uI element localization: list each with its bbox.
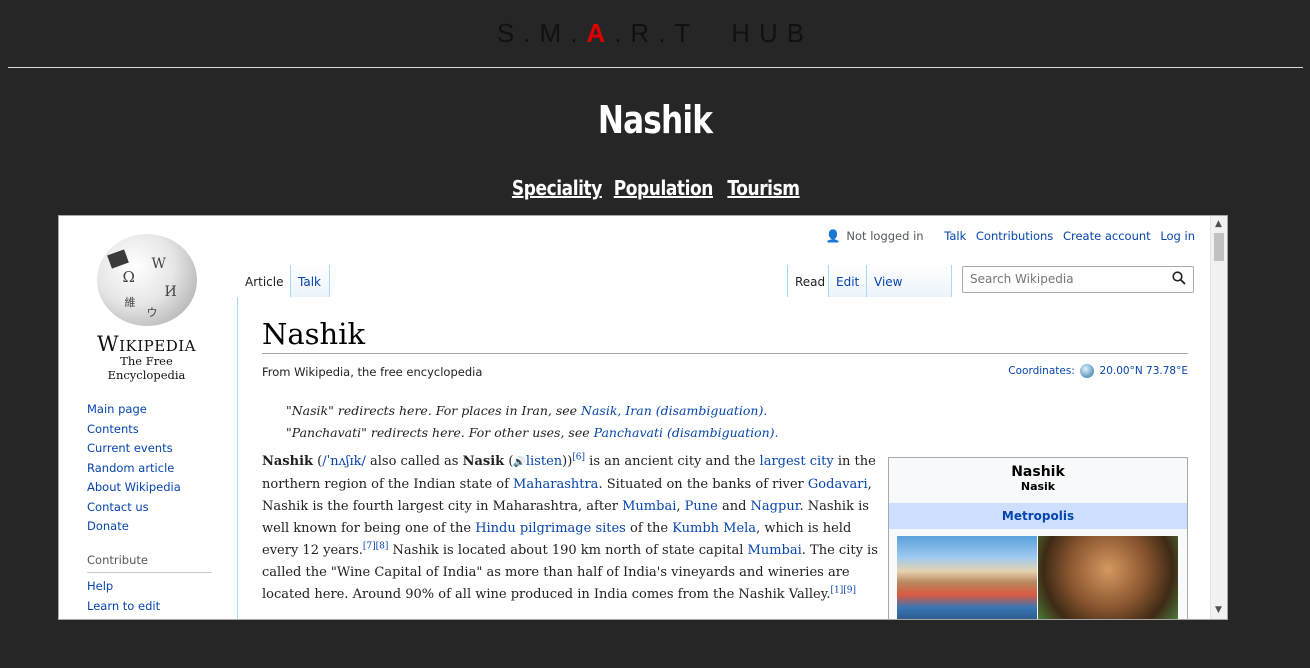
ref-1[interactable]: [1]: [830, 586, 843, 596]
site-title-prefix: S.M.: [496, 18, 587, 48]
link-mumbai[interactable]: Mumbai: [622, 499, 676, 514]
sidebar-item-help[interactable]: Help: [87, 579, 237, 593]
lead-text: of the: [625, 521, 673, 536]
lead-text: also called as: [365, 454, 463, 469]
user-icon: 👤: [825, 229, 841, 243]
hatnote-panchavati: "Panchavati" redirects here. For other u…: [286, 425, 779, 440]
sidebar-item-random-article[interactable]: Random article: [87, 461, 237, 475]
link-godavari[interactable]: Godavari: [808, 477, 868, 492]
link-pune[interactable]: Pune: [685, 499, 718, 514]
scroll-down-arrow-icon[interactable]: ▼: [1215, 606, 1222, 615]
coordinates-value[interactable]: 20.00°N 73.78°E: [1100, 365, 1188, 377]
wikipedia-embed-frame[interactable]: Ω W И 維 ウ Wikipedia The Free Encyclopedi…: [58, 215, 1228, 620]
personal-talk-link[interactable]: Talk: [944, 229, 966, 243]
site-sub: From Wikipedia, the free encyclopedia: [262, 365, 483, 379]
personal-tools: 👤 Not logged in Talk Contributions Creat…: [826, 229, 1195, 243]
lead-text: . Situated on the banks of river: [598, 477, 808, 492]
puzzle-globe-icon: Ω W И 維 ウ: [96, 234, 197, 326]
ref-9[interactable]: [9]: [843, 586, 856, 596]
lead-text: ,: [676, 499, 685, 514]
ipa-link[interactable]: /ˈnʌʃɪk/: [322, 454, 366, 469]
lead-text: and: [717, 499, 751, 514]
site-title-suffix: .R.T HUB: [614, 18, 814, 48]
wikipedia-tagline: The Free Encyclopedia: [107, 354, 186, 382]
log-in-link[interactable]: Log in: [1160, 229, 1195, 243]
tab-edit[interactable]: Edit: [829, 265, 867, 297]
link-kumbh-mela[interactable]: Kumbh Mela: [672, 521, 756, 536]
section-link-speciality[interactable]: Speciality: [512, 176, 602, 200]
search-box[interactable]: [962, 266, 1194, 293]
lead-paragraph: Nashik (/ˈnʌʃɪk/ also called as Nasik (🔊…: [262, 452, 878, 602]
hatnote-nasik: "Nasik" redirects here. For places in Ir…: [286, 403, 767, 418]
infobox-subtitle: Nasik: [1020, 480, 1056, 493]
sidebar-heading-contribute: Contribute: [87, 553, 212, 573]
link-nagpur[interactable]: Nagpur: [751, 499, 800, 514]
lead-text: is an ancient city and the: [585, 454, 760, 469]
not-logged-in-label: Not logged in: [846, 229, 924, 243]
infobox: Nashik Nasik Metropolis: [888, 457, 1188, 619]
tab-read[interactable]: Read: [787, 265, 829, 297]
wikipedia-logo[interactable]: Ω W И 維 ウ Wikipedia The Free Encyclopedi…: [84, 234, 209, 382]
wikipedia-wordmark: Wikipedia: [97, 332, 196, 356]
globe-icon: [1080, 364, 1095, 378]
create-account-link[interactable]: Create account: [1063, 229, 1151, 243]
sidebar-item-contents[interactable]: Contents: [87, 422, 237, 436]
link-mumbai-2[interactable]: Mumbai: [748, 543, 802, 558]
frame-scrollbar[interactable]: ▲ ▼: [1210, 216, 1227, 619]
coordinates-label: Coordinates:: [1008, 365, 1075, 377]
ref-6[interactable]: [6]: [572, 453, 585, 463]
listen-link[interactable]: listen: [526, 454, 562, 469]
link-maharashtra[interactable]: Maharashtra: [513, 477, 598, 492]
sidebar-item-main-page[interactable]: Main page: [87, 402, 237, 416]
infobox-type-link[interactable]: Metropolis: [889, 503, 1187, 529]
contributions-link[interactable]: Contributions: [976, 229, 1053, 243]
infobox-title: Nashik: [1011, 464, 1065, 480]
scroll-up-arrow-icon[interactable]: ▲: [1215, 220, 1222, 229]
lead-name: Nashik: [262, 454, 314, 469]
hatnote-link[interactable]: Nasik, Iran (disambiguation).: [581, 403, 767, 418]
search-icon[interactable]: [1172, 271, 1186, 285]
sidebar-item-donate[interactable]: Donate: [87, 519, 237, 533]
lead-text: Nashik is located about 190 km north of …: [388, 543, 748, 558]
tab-article[interactable]: Article: [238, 265, 291, 297]
lead-alt-name: Nasik: [462, 454, 505, 469]
link-hindu-pilgrimage-sites[interactable]: Hindu pilgrimage sites: [475, 521, 626, 536]
sidebar-navigation: Main page Contents Current events Random…: [87, 402, 237, 618]
hatnote-text: "Nasik" redirects here. For places in Ir…: [286, 403, 582, 418]
section-link-population[interactable]: Population: [614, 176, 714, 200]
ref-7[interactable]: [7]: [363, 542, 376, 552]
article-content: Nashik From Wikipedia, the free encyclop…: [237, 297, 1218, 619]
section-links: Speciality Population Tourism: [0, 176, 1310, 200]
section-link-tourism[interactable]: Tourism: [727, 176, 800, 200]
infobox-photo-caves[interactable]: [1038, 536, 1178, 619]
ref-8[interactable]: [8]: [376, 542, 389, 552]
site-title: S.M.A.R.T HUB: [0, 18, 1310, 49]
sidebar-item-contact[interactable]: Contact us: [87, 500, 237, 514]
scrollbar-thumb[interactable]: [1214, 233, 1224, 261]
article-heading: Nashik: [262, 317, 1188, 354]
link-largest-city[interactable]: largest city: [760, 454, 834, 469]
hatnote-text: "Panchavati" redirects here. For other u…: [286, 425, 594, 440]
header-divider: [8, 67, 1303, 68]
sidebar-item-current-events[interactable]: Current events: [87, 441, 237, 455]
page-title: Nashik: [597, 98, 713, 142]
tab-talk[interactable]: Talk: [291, 265, 330, 297]
sidebar-item-about[interactable]: About Wikipedia: [87, 480, 237, 494]
speaker-icon[interactable]: 🔊: [513, 457, 525, 468]
infobox-photo-ghat[interactable]: [897, 536, 1037, 619]
tab-view-history[interactable]: View history: [867, 265, 952, 323]
search-input[interactable]: [968, 271, 1162, 287]
sidebar-item-learn-to-edit[interactable]: Learn to edit: [87, 599, 237, 613]
site-title-accent: A: [586, 18, 615, 48]
hatnote-link[interactable]: Panchavati (disambiguation).: [594, 425, 779, 440]
coordinates[interactable]: Coordinates: 20.00°N 73.78°E: [1008, 364, 1188, 378]
